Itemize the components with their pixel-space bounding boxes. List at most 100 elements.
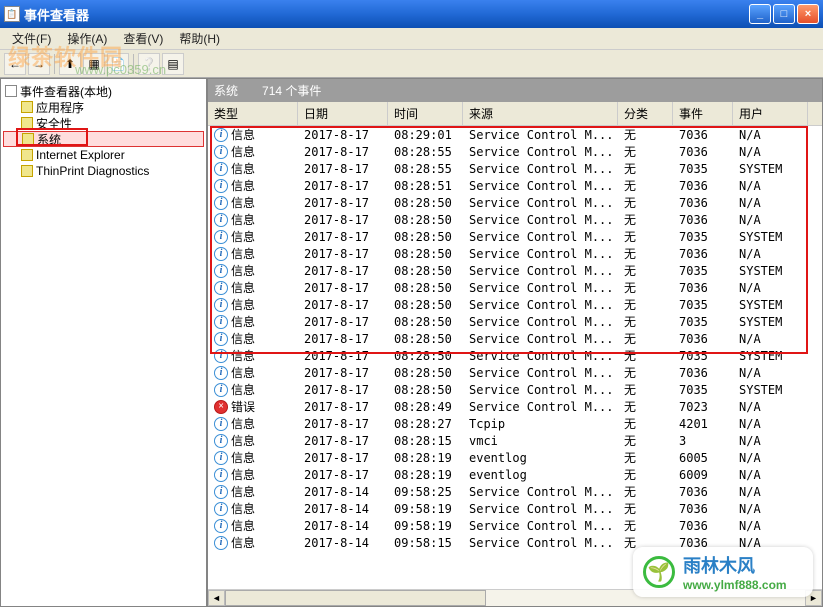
tree-item-4[interactable]: ThinPrint Diagnostics [3, 163, 204, 179]
list-body[interactable]: i信息2017-8-1708:29:01Service Control M...… [208, 126, 822, 589]
cell-type: 信息 [231, 211, 255, 228]
maximize-button[interactable]: □ [773, 4, 795, 24]
cell-event: 7035 [673, 264, 733, 278]
col-event[interactable]: 事件 [673, 102, 733, 125]
refresh-button[interactable]: 📄 [107, 53, 129, 75]
cell-event: 6009 [673, 468, 733, 482]
cell-category: 无 [618, 279, 673, 296]
table-row[interactable]: i信息2017-8-1708:29:01Service Control M...… [208, 126, 822, 143]
cell-source: Service Control M... [463, 128, 618, 142]
cell-user: N/A [733, 247, 808, 261]
list-count: 714 个事件 [262, 82, 321, 99]
cell-category: 无 [618, 364, 673, 381]
table-row[interactable]: i信息2017-8-1708:28:50Service Control M...… [208, 262, 822, 279]
cell-date: 2017-8-17 [298, 417, 388, 431]
up-button[interactable]: ⬆ [59, 53, 81, 75]
close-button[interactable]: × [797, 4, 819, 24]
cell-date: 2017-8-14 [298, 485, 388, 499]
cell-type: 信息 [231, 245, 255, 262]
cell-user: N/A [733, 417, 808, 431]
table-row[interactable]: i信息2017-8-1708:28:19eventlog无6009N/A [208, 466, 822, 483]
cell-type: 信息 [231, 228, 255, 245]
table-row[interactable]: i信息2017-8-1708:28:55Service Control M...… [208, 160, 822, 177]
cell-time: 08:28:50 [388, 247, 463, 261]
col-source[interactable]: 来源 [463, 102, 618, 125]
tree-item-0[interactable]: 应用程序 [3, 99, 204, 115]
table-row[interactable]: i信息2017-8-1708:28:19eventlog无6005N/A [208, 449, 822, 466]
cell-date: 2017-8-17 [298, 366, 388, 380]
table-row[interactable]: i信息2017-8-1708:28:27Tcpip无4201N/A [208, 415, 822, 432]
table-row[interactable]: i信息2017-8-1708:28:50Service Control M...… [208, 381, 822, 398]
menu-action[interactable]: 操作(A) [59, 28, 115, 49]
col-category[interactable]: 分类 [618, 102, 673, 125]
table-row[interactable]: i信息2017-8-1708:28:51Service Control M...… [208, 177, 822, 194]
cell-type: 信息 [231, 466, 255, 483]
col-time[interactable]: 时间 [388, 102, 463, 125]
table-row[interactable]: i信息2017-8-1708:28:55Service Control M...… [208, 143, 822, 160]
cell-user: N/A [733, 145, 808, 159]
table-row[interactable]: i信息2017-8-1708:28:50Service Control M...… [208, 245, 822, 262]
cell-time: 08:28:49 [388, 400, 463, 414]
table-row[interactable]: i信息2017-8-1708:28:50Service Control M...… [208, 194, 822, 211]
table-row[interactable]: i信息2017-8-1708:28:50Service Control M...… [208, 279, 822, 296]
list-button[interactable]: ▤ [162, 53, 184, 75]
forward-button[interactable]: → [28, 53, 50, 75]
cell-user: SYSTEM [733, 230, 808, 244]
col-date[interactable]: 日期 [298, 102, 388, 125]
tree-item-1[interactable]: 安全性 [3, 115, 204, 131]
cell-date: 2017-8-17 [298, 230, 388, 244]
col-user[interactable]: 用户 [733, 102, 808, 125]
menu-view[interactable]: 查看(V) [115, 28, 171, 49]
table-row[interactable]: i信息2017-8-1708:28:50Service Control M...… [208, 347, 822, 364]
table-row[interactable]: i信息2017-8-1708:28:15vmci无3N/A [208, 432, 822, 449]
table-row[interactable]: i信息2017-8-1708:28:50Service Control M...… [208, 330, 822, 347]
cell-date: 2017-8-17 [298, 383, 388, 397]
info-icon: i [214, 230, 228, 244]
tree-root[interactable]: 事件查看器(本地) [3, 83, 204, 99]
cell-source: Service Control M... [463, 230, 618, 244]
cell-source: Service Control M... [463, 349, 618, 363]
cell-source: Service Control M... [463, 179, 618, 193]
titlebar: 📋 事件查看器 _ □ × [0, 0, 823, 28]
cell-type: 信息 [231, 330, 255, 347]
table-row[interactable]: i信息2017-8-1708:28:50Service Control M...… [208, 228, 822, 245]
table-row[interactable]: i信息2017-8-1708:28:50Service Control M...… [208, 211, 822, 228]
table-row[interactable]: i信息2017-8-1708:28:50Service Control M...… [208, 296, 822, 313]
table-row[interactable]: i信息2017-8-1409:58:25Service Control M...… [208, 483, 822, 500]
minimize-button[interactable]: _ [749, 4, 771, 24]
cell-category: 无 [618, 347, 673, 364]
table-row[interactable]: i信息2017-8-1708:28:50Service Control M...… [208, 364, 822, 381]
table-row[interactable]: i信息2017-8-1409:58:19Service Control M...… [208, 517, 822, 534]
cell-category: 无 [618, 228, 673, 245]
info-icon: i [214, 213, 228, 227]
cell-source: Service Control M... [463, 264, 618, 278]
cell-time: 08:28:50 [388, 213, 463, 227]
cell-source: vmci [463, 434, 618, 448]
cell-event: 4201 [673, 417, 733, 431]
table-row[interactable]: i信息2017-8-1708:28:50Service Control M...… [208, 313, 822, 330]
tree-item-2[interactable]: 系统 [3, 131, 204, 147]
cell-type: 信息 [231, 500, 255, 517]
toolbar: ← → ⬆ ▦ 📄 ❔ ▤ [0, 50, 823, 78]
main-area: 事件查看器(本地) 应用程序安全性系统Internet ExplorerThin… [0, 78, 823, 607]
menu-help[interactable]: 帮助(H) [171, 28, 228, 49]
cell-time: 08:28:50 [388, 281, 463, 295]
props-button[interactable]: ▦ [83, 53, 105, 75]
watermark-url: www.ylmf888.com [683, 578, 787, 592]
menu-file[interactable]: 文件(F) [4, 28, 59, 49]
toolbar-sep2 [133, 54, 134, 74]
cell-time: 08:28:50 [388, 315, 463, 329]
tree-item-3[interactable]: Internet Explorer [3, 147, 204, 163]
cell-user: SYSTEM [733, 264, 808, 278]
cell-source: eventlog [463, 468, 618, 482]
scroll-left-button[interactable]: ◄ [208, 590, 225, 606]
col-type[interactable]: 类型 [208, 102, 298, 125]
table-row[interactable]: i信息2017-8-1409:58:19Service Control M...… [208, 500, 822, 517]
back-button[interactable]: ← [4, 53, 26, 75]
list-panel: 系统 714 个事件 类型 日期 时间 来源 分类 事件 用户 i信息2017-… [207, 78, 823, 607]
table-row[interactable]: ×错误2017-8-1708:28:49Service Control M...… [208, 398, 822, 415]
help-button[interactable]: ❔ [138, 53, 160, 75]
scroll-thumb[interactable] [225, 590, 486, 606]
tree-item-label: 安全性 [36, 115, 72, 132]
cell-source: eventlog [463, 451, 618, 465]
